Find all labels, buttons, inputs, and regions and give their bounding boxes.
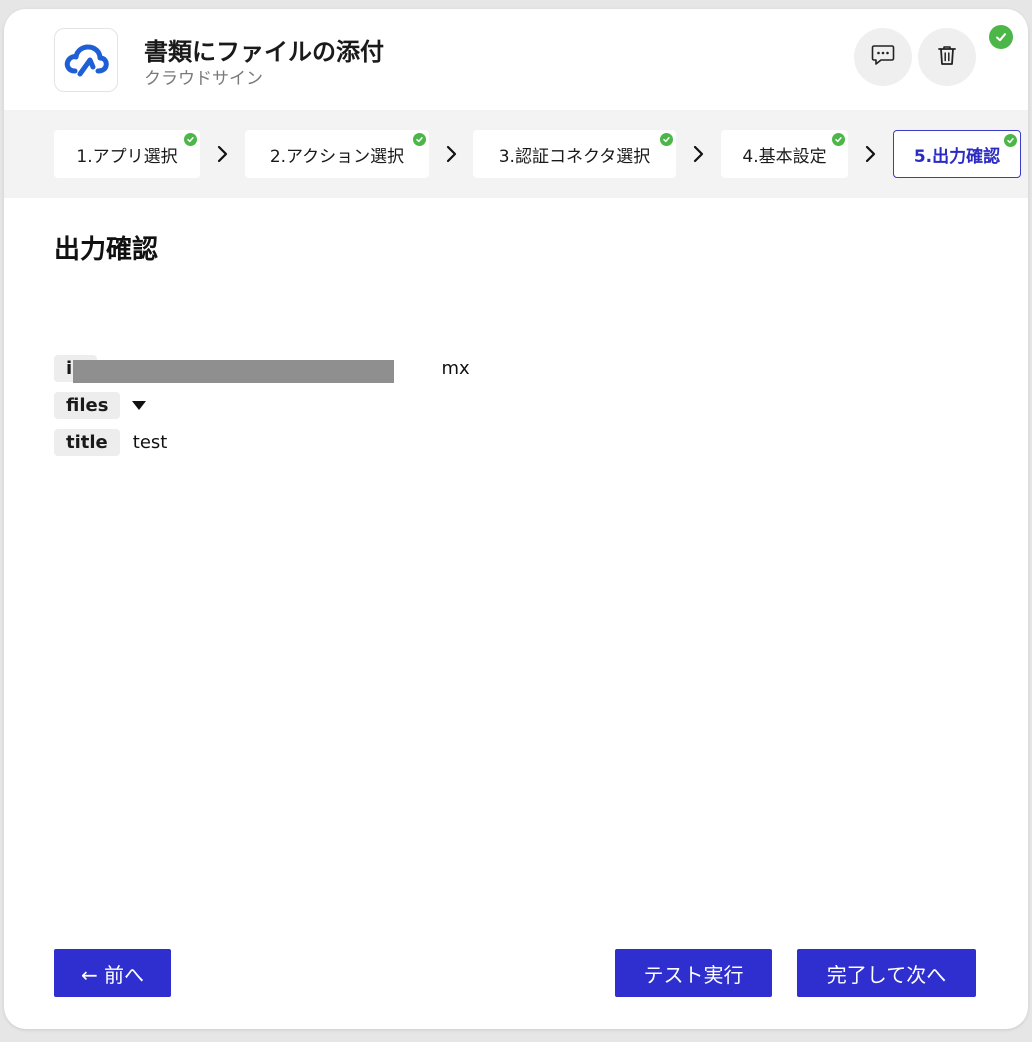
field-value: test (132, 431, 168, 453)
step-complete-icon (832, 133, 845, 146)
section-title: 出力確認 (54, 235, 159, 265)
app-name: クラウドサイン (144, 69, 263, 89)
delete-button[interactable] (918, 28, 976, 86)
step-complete-icon (1004, 134, 1017, 147)
step-basic-settings[interactable]: 4.基本設定 (721, 130, 848, 178)
comment-icon (871, 44, 895, 70)
expand-toggle-icon[interactable] (132, 400, 147, 410)
chevron-right-icon (690, 144, 706, 164)
trash-icon (937, 44, 957, 70)
output-field-files: files (54, 391, 147, 419)
output-confirm-panel: 書類にファイルの添付 クラウドサイン 1.アプリ選択 2.アクション選択 3.認… (4, 9, 1028, 1029)
step-app-select[interactable]: 1.アプリ選択 (54, 130, 200, 178)
page-title: 書類にファイルの添付 (144, 38, 384, 66)
step-auth-connector-select[interactable]: 3.認証コネクタ選択 (473, 130, 676, 178)
complete-next-button[interactable]: 完了して次へ (797, 949, 976, 997)
field-key: title (54, 428, 120, 456)
step-label: 2.アクション選択 (269, 146, 405, 167)
step-complete-icon (184, 133, 197, 146)
step-label: 1.アプリ選択 (76, 146, 178, 167)
check-circle-icon (989, 25, 1013, 49)
field-key: files (54, 391, 121, 419)
chevron-right-icon (214, 144, 230, 164)
step-complete-icon (660, 133, 673, 146)
step-action-select[interactable]: 2.アクション選択 (245, 130, 429, 178)
cloudsign-logo-icon (54, 28, 118, 92)
chevron-right-icon (443, 144, 459, 164)
redacted-value (73, 360, 394, 383)
step-label: 3.認証コネクタ選択 (498, 146, 651, 167)
chevron-right-icon (862, 144, 878, 164)
step-label: 5.出力確認 (913, 146, 1001, 167)
test-run-button[interactable]: テスト実行 (615, 949, 772, 997)
field-value-end: mx (441, 357, 470, 379)
step-output-confirm[interactable]: 5.出力確認 (893, 130, 1021, 178)
step-label: 4.基本設定 (742, 146, 827, 167)
step-navigation: 1.アプリ選択 2.アクション選択 3.認証コネクタ選択 4.基本設定 5.出力… (4, 110, 1028, 198)
comment-button[interactable] (854, 28, 912, 86)
step-complete-icon (413, 133, 426, 146)
back-button[interactable]: ← 前へ (54, 949, 171, 997)
output-field-title: title test (54, 428, 167, 456)
